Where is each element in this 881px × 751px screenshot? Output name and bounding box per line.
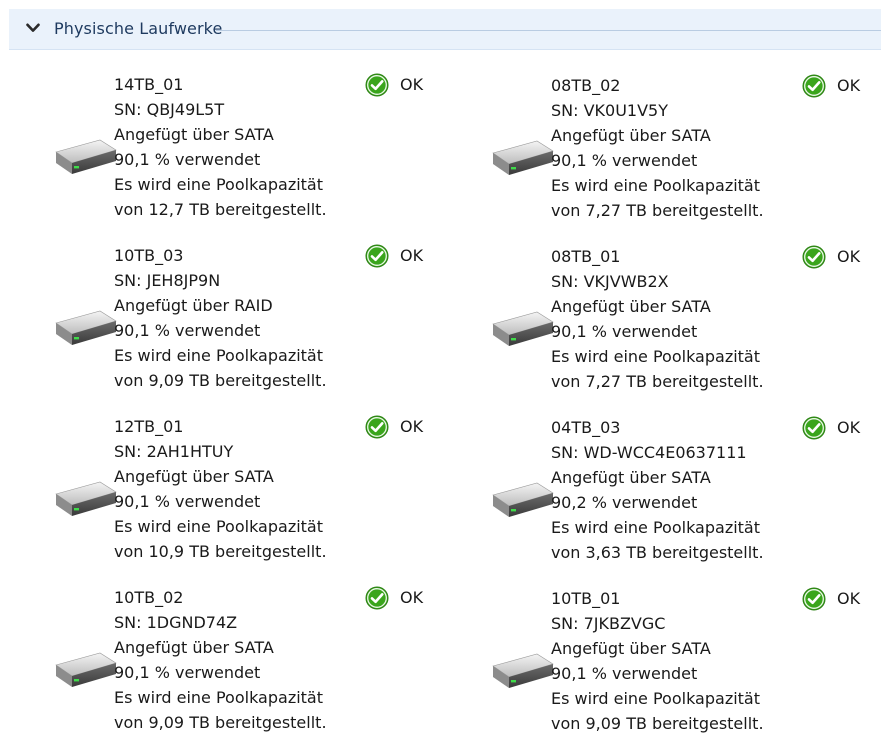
drive-capacity-line1: Es wird eine Poolkapazität	[551, 518, 761, 537]
drive-connection: Angefügt über SATA	[551, 468, 711, 487]
hard-drive-icon	[492, 482, 554, 517]
drive-serial: SN: 2AH1HTUY	[114, 442, 234, 461]
drive-capacity-line1: Es wird eine Poolkapazität	[114, 346, 324, 365]
drive-capacity-line2: von 9,09 TB bereitgestellt.	[114, 371, 327, 390]
drive-usage: 90,1 % verwendet	[114, 492, 261, 511]
green-check-circle-icon	[802, 587, 826, 610]
drive-capacity-line1: Es wird eine Poolkapazität	[551, 176, 761, 195]
drive-serial: SN: VKJVWB2X	[551, 272, 669, 291]
drive-card[interactable]: 04TB_03 SN: WD-WCC4E0637111 Angefügt übe…	[447, 415, 867, 580]
drive-name: 04TB_03	[551, 418, 621, 437]
drive-name: 10TB_01	[551, 589, 621, 608]
green-check-circle-icon	[365, 73, 389, 96]
green-check-circle-icon	[365, 415, 389, 438]
drive-usage: 90,1 % verwendet	[114, 663, 261, 682]
drive-status: OK	[802, 73, 860, 98]
drive-capacity-line2: von 12,7 TB bereitgestellt.	[114, 200, 327, 219]
drive-card[interactable]: 08TB_02 SN: VK0U1V5Y Angefügt über SATA …	[447, 73, 867, 238]
drive-status: OK	[365, 72, 423, 97]
drive-serial: SN: 7JKBZVGC	[551, 614, 666, 633]
drive-connection: Angefügt über SATA	[551, 639, 711, 658]
status-label: OK	[837, 418, 861, 437]
green-check-circle-icon	[365, 244, 389, 267]
drive-serial: SN: QBJ49L5T	[114, 100, 225, 119]
drive-capacity-line2: von 9,09 TB bereitgestellt.	[551, 714, 764, 733]
hard-drive-icon	[492, 140, 554, 175]
drive-name: 14TB_01	[114, 75, 184, 94]
drive-capacity-line1: Es wird eine Poolkapazität	[114, 175, 324, 194]
status-label: OK	[400, 417, 424, 436]
hard-drive-icon	[492, 653, 554, 688]
drive-connection: Angefügt über SATA	[114, 125, 274, 144]
drive-capacity-line2: von 3,63 TB bereitgestellt.	[551, 543, 764, 562]
drive-serial: SN: VK0U1V5Y	[551, 101, 669, 120]
drive-connection: Angefügt über SATA	[114, 467, 274, 486]
drive-usage: 90,1 % verwendet	[551, 322, 698, 341]
drive-card[interactable]: 10TB_01 SN: 7JKBZVGC Angefügt über SATA …	[447, 586, 867, 751]
status-label: OK	[400, 75, 424, 94]
drive-card[interactable]: 14TB_01 SN: QBJ49L5T Angefügt über SATA …	[10, 72, 430, 237]
drive-capacity-line2: von 7,27 TB bereitgestellt.	[551, 201, 764, 220]
section-divider	[216, 30, 881, 31]
drive-capacity-line2: von 7,27 TB bereitgestellt.	[551, 372, 764, 391]
drive-card[interactable]: 08TB_01 SN: VKJVWB2X Angefügt über SATA …	[447, 244, 867, 409]
green-check-circle-icon	[802, 245, 826, 268]
drive-usage: 90,1 % verwendet	[114, 321, 261, 340]
drive-status: OK	[365, 243, 423, 268]
drive-usage: 90,2 % verwendet	[551, 493, 698, 512]
status-label: OK	[837, 589, 861, 608]
hard-drive-icon	[55, 310, 117, 345]
drive-card[interactable]: 12TB_01 SN: 2AH1HTUY Angefügt über SATA …	[10, 414, 430, 579]
drive-capacity-line1: Es wird eine Poolkapazität	[551, 689, 761, 708]
hard-drive-icon	[55, 481, 117, 516]
hard-drive-icon	[492, 311, 554, 346]
drive-capacity-line1: Es wird eine Poolkapazität	[114, 688, 324, 707]
drive-card[interactable]: 10TB_02 SN: 1DGND74Z Angefügt über SATA …	[10, 585, 430, 750]
drive-name: 10TB_03	[114, 246, 184, 265]
drive-capacity-line2: von 10,9 TB bereitgestellt.	[114, 542, 327, 561]
section-header-physical-drives[interactable]: Physische Laufwerke	[9, 9, 881, 50]
status-label: OK	[400, 246, 424, 265]
drive-connection: Angefügt über SATA	[114, 638, 274, 657]
drive-status: OK	[802, 244, 860, 269]
drive-connection: Angefügt über SATA	[551, 126, 711, 145]
drive-name: 10TB_02	[114, 588, 184, 607]
drive-name: 08TB_01	[551, 247, 621, 266]
drive-connection: Angefügt über RAID	[114, 296, 273, 315]
green-check-circle-icon	[802, 74, 826, 97]
drive-capacity-line1: Es wird eine Poolkapazität	[551, 347, 761, 366]
hard-drive-icon	[55, 139, 117, 174]
green-check-circle-icon	[365, 586, 389, 609]
drive-serial: SN: JEH8JP9N	[114, 271, 221, 290]
status-label: OK	[400, 588, 424, 607]
drive-card[interactable]: 10TB_03 SN: JEH8JP9N Angefügt über RAID …	[10, 243, 430, 408]
section-title: Physische Laufwerke	[54, 19, 223, 38]
drive-usage: 90,1 % verwendet	[114, 150, 261, 169]
hard-drive-icon	[55, 652, 117, 687]
drive-usage: 90,1 % verwendet	[551, 664, 698, 683]
green-check-circle-icon	[802, 416, 826, 439]
drive-connection: Angefügt über SATA	[551, 297, 711, 316]
drive-capacity-line1: Es wird eine Poolkapazität	[114, 517, 324, 536]
chevron-down-icon[interactable]	[26, 23, 40, 33]
drive-status: OK	[802, 415, 860, 440]
status-label: OK	[837, 76, 861, 95]
drive-status: OK	[365, 585, 423, 610]
drive-name: 08TB_02	[551, 76, 621, 95]
drive-usage: 90,1 % verwendet	[551, 151, 698, 170]
drive-status: OK	[802, 586, 860, 611]
drive-capacity-line2: von 9,09 TB bereitgestellt.	[114, 713, 327, 732]
drive-name: 12TB_01	[114, 417, 184, 436]
status-label: OK	[837, 247, 861, 266]
drive-serial: SN: WD-WCC4E0637111	[551, 443, 747, 462]
drive-serial: SN: 1DGND74Z	[114, 613, 238, 632]
drive-status: OK	[365, 414, 423, 439]
